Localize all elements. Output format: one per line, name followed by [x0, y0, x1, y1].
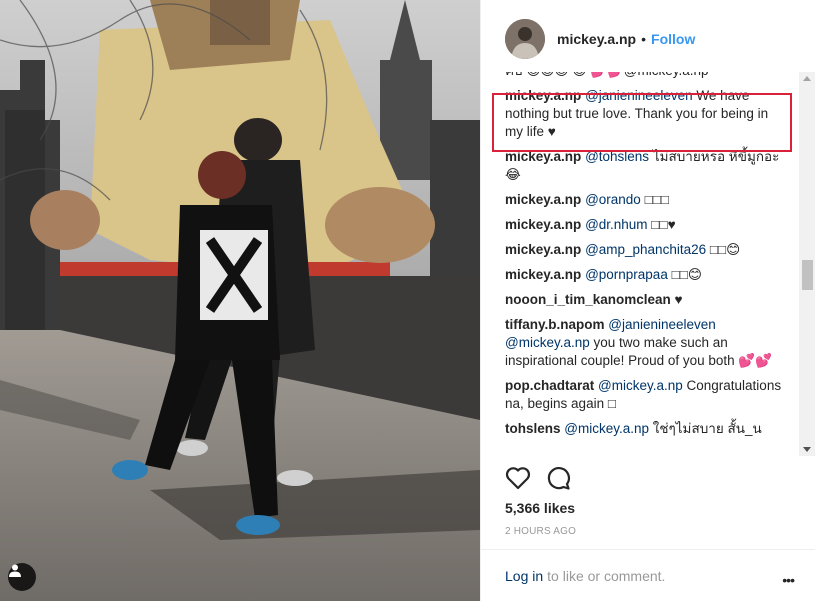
comments-scrollbar[interactable]	[799, 72, 815, 456]
heart-icon[interactable]	[505, 465, 531, 491]
comment-item: tohslens @mickey.a.np ใช่ๆไม่สบาย สั้น_น	[505, 420, 789, 438]
comment-item: mickey.a.np @orando □□□	[505, 191, 789, 209]
comments-list[interactable]: คบ 😊😊😊 😊 💕💕@mickey.a.np mickey.a.np @jan…	[481, 72, 793, 456]
comment-mention[interactable]: @orando	[585, 192, 641, 207]
comment-text: ใช่ๆไม่สบาย สั้น_น	[649, 421, 762, 436]
comment-item: mickey.a.np @amp_phanchita26 □□😊	[505, 241, 789, 259]
header-separator: •	[641, 31, 647, 47]
comment-item: nooon_i_tim_kanomclean ♥	[505, 291, 789, 309]
comment-author[interactable]: mickey.a.np	[505, 192, 581, 207]
comment-author[interactable]: mickey.a.np	[505, 217, 581, 232]
comment-mention[interactable]: @janienineeleven	[585, 88, 693, 103]
comment-item: mickey.a.np @pornprapaa □□😊	[505, 266, 789, 284]
login-prompt-text: to like or comment.	[547, 567, 666, 584]
avatar[interactable]	[505, 19, 545, 59]
comment-text: □□□	[640, 192, 670, 207]
comment-mention[interactable]: @mickey.a.np	[598, 378, 683, 393]
comment-text: ♥	[670, 292, 683, 307]
comment-author[interactable]: tohslens	[505, 421, 561, 436]
scroll-down-arrow-icon[interactable]	[803, 447, 811, 452]
comment-mention[interactable]: @dr.nhum	[585, 217, 647, 232]
post-timestamp: 2 HOURS AGO	[505, 526, 577, 537]
comment-text: □□♥	[647, 217, 676, 232]
comment-author[interactable]: tiffany.b.napom	[505, 317, 605, 332]
comment-author[interactable]: mickey.a.np	[505, 242, 581, 257]
post-photo[interactable]	[0, 0, 480, 601]
scrollbar-thumb[interactable]	[802, 260, 813, 290]
comment-mention[interactable]: @mickey.a.np	[564, 421, 649, 436]
comment-item: mickey.a.np @dr.nhum □□♥	[505, 216, 789, 234]
comment-author[interactable]: pop.chadtarat	[505, 378, 594, 393]
scroll-up-arrow-icon[interactable]	[803, 76, 811, 81]
like-count[interactable]: 5,366 likes	[505, 500, 575, 516]
comment-author[interactable]: mickey.a.np	[505, 267, 581, 282]
comment-text: □□😊	[706, 242, 741, 257]
more-options-icon[interactable]: •••	[782, 572, 795, 588]
comment-item: tiffany.b.napom @janienineeleven @mickey…	[505, 316, 789, 370]
comment-mention[interactable]: @pornprapaa	[585, 267, 668, 282]
comment-item: mickey.a.np @tohslens ไม่สบายหรอ หึขี้มู…	[505, 148, 789, 184]
comment-author[interactable]: nooon_i_tim_kanomclean	[505, 292, 671, 307]
follow-button[interactable]: Follow	[651, 31, 695, 47]
comment-footer: Log in to like or comment. •••	[481, 549, 815, 601]
user-tag-icon[interactable]	[8, 563, 36, 591]
comment-mention[interactable]: @tohslens	[585, 149, 649, 164]
action-bar	[505, 465, 571, 491]
street-mural-image	[0, 0, 480, 601]
post-header: mickey.a.np • Follow	[481, 0, 815, 78]
comment-icon[interactable]	[545, 465, 571, 491]
post-username[interactable]: mickey.a.np	[557, 31, 636, 47]
comment-author[interactable]: mickey.a.np	[505, 149, 581, 164]
comment-item: mickey.a.np @janienineeleven We have not…	[505, 87, 789, 141]
comment-author[interactable]: mickey.a.np	[505, 88, 581, 103]
login-link[interactable]: Log in	[505, 568, 543, 584]
post-side-panel: mickey.a.np • Follow คบ 😊😊😊 😊 💕💕@mickey.…	[480, 0, 815, 601]
truncated-comment: คบ 😊😊😊 😊 💕💕@mickey.a.np	[505, 72, 789, 80]
comment-mention[interactable]: @amp_phanchita26	[585, 242, 706, 257]
comment-text: □□😊	[667, 267, 702, 282]
comment-item: pop.chadtarat @mickey.a.np Congratulatio…	[505, 377, 789, 413]
